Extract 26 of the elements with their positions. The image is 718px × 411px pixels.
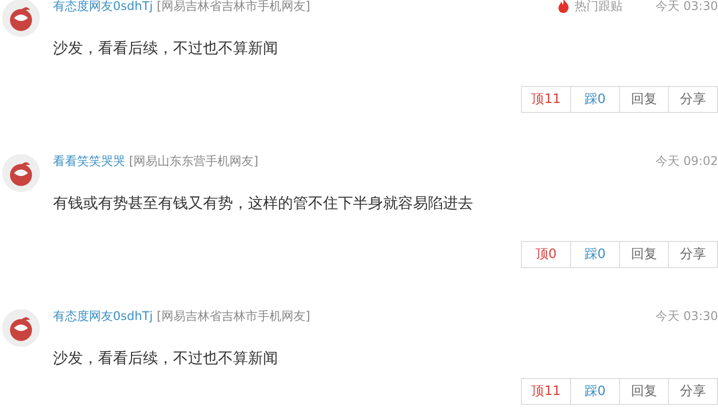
- comment-text: 沙发，看看后续，不过也不算新闻: [53, 348, 279, 368]
- comment-text: 沙发，看看后续，不过也不算新闻: [53, 38, 279, 58]
- comment-time: 今天 03:30: [656, 0, 718, 15]
- upvote-button[interactable]: 顶11: [521, 378, 571, 405]
- username[interactable]: 有态度网友0sdhTj: [53, 307, 153, 325]
- username[interactable]: 有态度网友0sdhTj: [53, 0, 153, 15]
- downvote-button[interactable]: 踩0: [570, 241, 620, 268]
- share-button[interactable]: 分享: [668, 241, 718, 268]
- downvote-button[interactable]: 踩0: [570, 86, 620, 113]
- downvote-button[interactable]: 踩0: [570, 378, 620, 405]
- hot-post-label: 热门跟贴: [574, 0, 623, 15]
- comment-time: 今天 03:30: [656, 308, 718, 325]
- reply-button[interactable]: 回复: [619, 241, 669, 268]
- user-location: [网易吉林省吉林市手机网友]: [156, 308, 310, 325]
- share-button[interactable]: 分享: [668, 378, 718, 405]
- share-button[interactable]: 分享: [668, 86, 718, 113]
- upvote-button[interactable]: 顶11: [521, 86, 571, 113]
- upvote-button[interactable]: 顶0: [521, 241, 571, 268]
- comment-time: 今天 09:02: [656, 153, 718, 170]
- reply-button[interactable]: 回复: [619, 86, 669, 113]
- flame-icon: [558, 0, 569, 13]
- comment-text: 有钱或有势甚至有钱又有势，这样的管不住下半身就容易陷进去: [53, 193, 474, 213]
- username[interactable]: 看看笑笑哭哭: [53, 152, 125, 170]
- user-location: [网易吉林省吉林市手机网友]: [156, 0, 310, 15]
- reply-button[interactable]: 回复: [619, 378, 669, 405]
- user-location: [网易山东东营手机网友]: [129, 153, 258, 170]
